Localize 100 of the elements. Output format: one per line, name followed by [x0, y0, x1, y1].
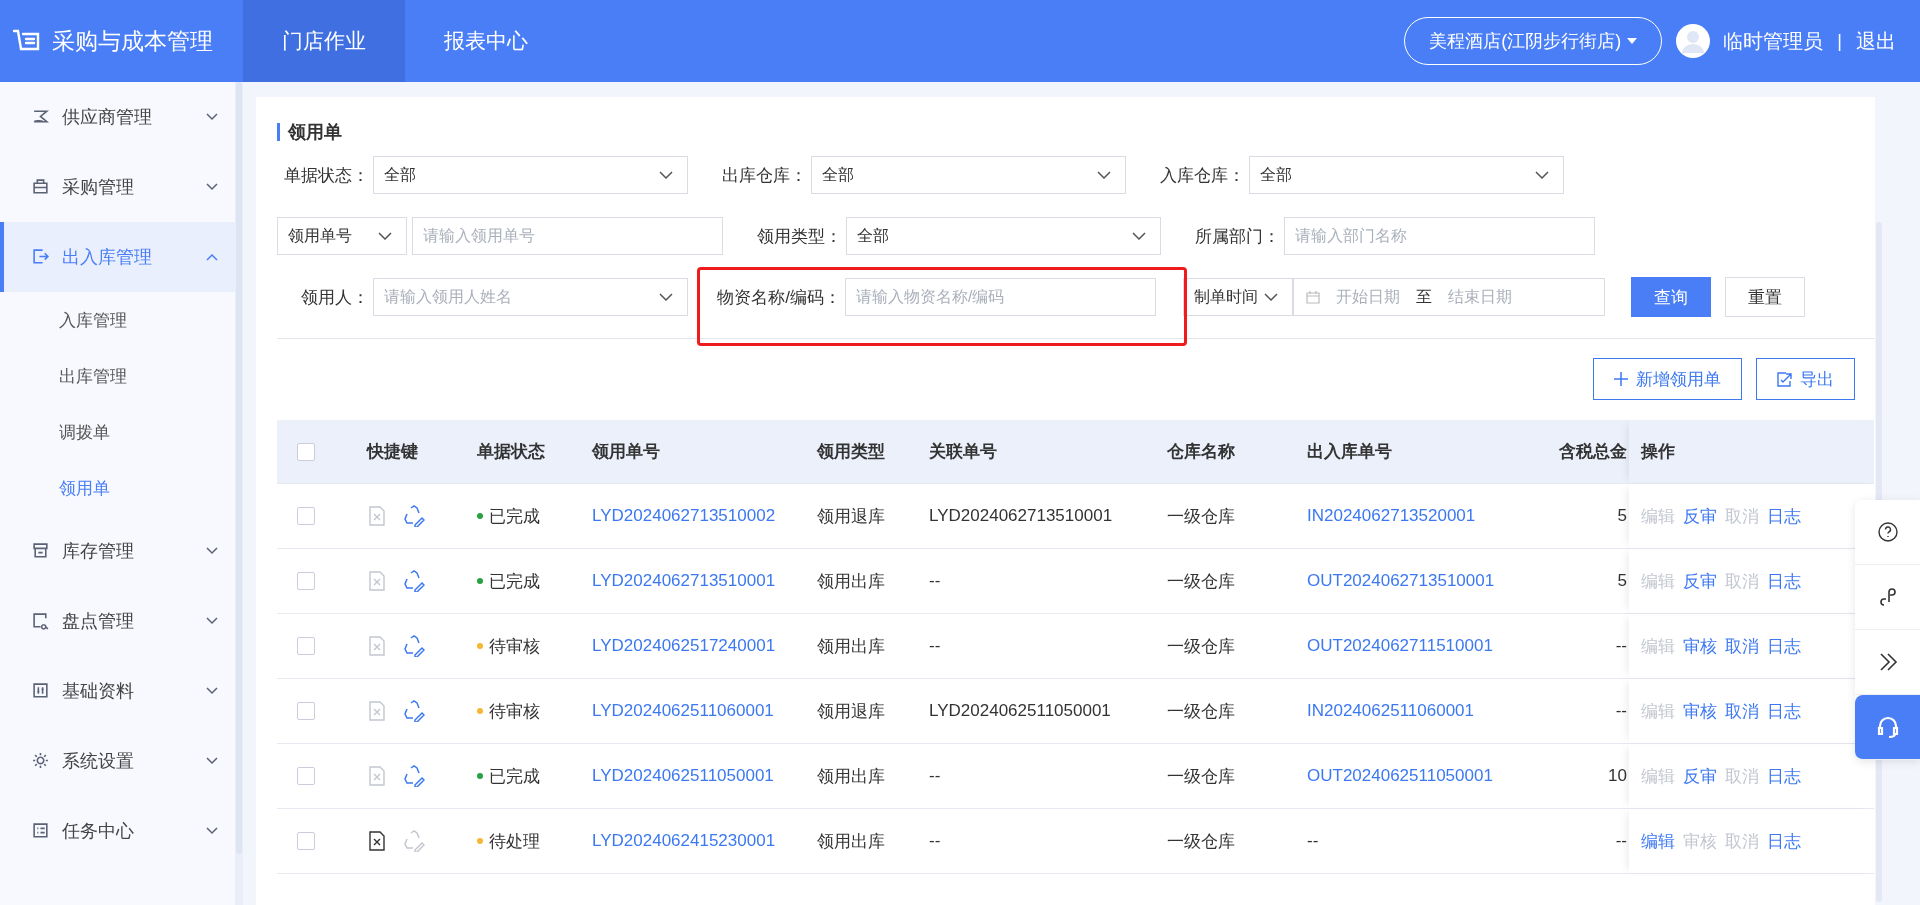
chevron-down-icon: [659, 171, 673, 179]
sidebar-item[interactable]: 采购管理: [0, 152, 235, 222]
select-field[interactable]: 请输入领用人姓名: [373, 278, 688, 316]
submenu-item[interactable]: 出库管理: [0, 348, 235, 404]
action-link[interactable]: 日志: [1767, 829, 1801, 853]
action-link[interactable]: 反审: [1683, 764, 1717, 788]
submenu-item[interactable]: 入库管理: [0, 292, 235, 348]
table-cell-text: 领用出库: [817, 830, 885, 853]
action-link[interactable]: 审核: [1683, 634, 1717, 658]
input-field[interactable]: 请输入部门名称: [1284, 217, 1595, 255]
table-cell-text: 一级仓库: [1167, 505, 1235, 528]
date-range-field[interactable]: 开始日期 至 结束日期: [1293, 278, 1605, 316]
submenu-item[interactable]: 调拨单: [0, 404, 235, 460]
nav-tab[interactable]: 门店作业: [243, 0, 405, 82]
sliders-icon: [32, 682, 50, 700]
order-link[interactable]: LYD2024062511050001: [592, 766, 774, 786]
stock-order-link[interactable]: IN2024062713520001: [1307, 506, 1476, 526]
select-field[interactable]: 全部: [373, 156, 688, 194]
settings-icon: [32, 752, 50, 770]
document-x-icon[interactable]: [369, 831, 385, 851]
row-checkbox[interactable]: [297, 767, 315, 785]
chevron-down-icon: [206, 757, 218, 765]
action-link[interactable]: 取消: [1725, 699, 1759, 723]
filter-label: 出库仓库：: [721, 164, 808, 187]
tool-button[interactable]: [1855, 630, 1920, 695]
sidebar-item[interactable]: 供应商管理: [0, 82, 235, 152]
filter-label: 所属部门：: [1194, 225, 1281, 248]
action-link[interactable]: 反审: [1683, 504, 1717, 528]
order-link[interactable]: LYD2024062713510001: [592, 571, 776, 591]
table-cell-text: 一级仓库: [1167, 765, 1235, 788]
sidebar-item[interactable]: 盘点管理: [0, 586, 235, 656]
order-link[interactable]: LYD2024062517240001: [592, 636, 776, 656]
select-field[interactable]: 全部: [1249, 156, 1564, 194]
status-text: 待审核: [489, 635, 540, 658]
chevron-down-icon: [206, 183, 218, 191]
submenu-item[interactable]: 领用单: [0, 460, 235, 516]
caret-icon: [1627, 38, 1638, 44]
recycle-edit-icon[interactable]: [403, 700, 425, 722]
select-all-checkbox[interactable]: [297, 442, 315, 461]
order-link[interactable]: LYD2024062713510002: [592, 506, 776, 526]
search-button[interactable]: 查询: [1631, 277, 1711, 317]
date-type-select[interactable]: 制单时间: [1183, 278, 1293, 316]
add-button[interactable]: 新增领用单: [1593, 358, 1742, 400]
column-header: 领用类型: [817, 441, 885, 463]
action-link[interactable]: 编辑: [1641, 829, 1675, 853]
action-link[interactable]: 反审: [1683, 569, 1717, 593]
action-link[interactable]: 审核: [1683, 699, 1717, 723]
recycle-edit-icon[interactable]: [403, 635, 425, 657]
stock-order-link[interactable]: OUT2024062713510001: [1307, 571, 1495, 591]
table-cell-text: 一级仓库: [1167, 830, 1235, 853]
select-field[interactable]: 全部: [846, 217, 1161, 255]
row-checkbox[interactable]: [297, 507, 315, 525]
row-checkbox[interactable]: [297, 572, 315, 590]
table-cell: 5: [1617, 506, 1627, 526]
table-cell: --: [929, 766, 941, 786]
row-checkbox[interactable]: [297, 637, 315, 655]
sidebar-item[interactable]: 库存管理: [0, 516, 235, 586]
action-link[interactable]: 取消: [1725, 634, 1759, 658]
order-link[interactable]: LYD2024062415230001: [592, 831, 776, 851]
status-text: 待审核: [489, 700, 540, 723]
logout-link[interactable]: 退出: [1856, 27, 1920, 55]
sidebar-item[interactable]: 任务中心: [0, 796, 235, 866]
table-cell-text: 一级仓库: [1167, 570, 1235, 593]
recycle-edit-icon[interactable]: [403, 765, 425, 787]
table-cell-text: 领用退库: [817, 700, 885, 723]
row-checkbox[interactable]: [297, 702, 315, 720]
order-link[interactable]: LYD2024062511060001: [592, 701, 774, 721]
table-cell: LYD2024062511050001: [929, 701, 1111, 721]
sidebar-item[interactable]: 系统设置: [0, 726, 235, 796]
tool-button[interactable]: [1855, 500, 1920, 565]
table-cell-text: 领用退库: [817, 505, 885, 528]
table-cell: --: [1615, 831, 1627, 851]
sidebar-item[interactable]: 出入库管理: [0, 222, 235, 292]
stock-order-link[interactable]: OUT2024062511050001: [1307, 766, 1493, 786]
stock-order-link[interactable]: IN2024062511060001: [1307, 701, 1474, 721]
action-link[interactable]: 日志: [1767, 634, 1801, 658]
chevron-down-icon: [206, 113, 218, 121]
support-button[interactable]: [1855, 695, 1920, 760]
chevron-down-icon: [659, 293, 673, 301]
input-field[interactable]: 请输入领用单号: [412, 217, 723, 255]
nav-tab[interactable]: 报表中心: [405, 0, 567, 82]
row-checkbox[interactable]: [297, 832, 315, 850]
action-link[interactable]: 日志: [1767, 699, 1801, 723]
type-select[interactable]: 领用单号: [277, 217, 407, 255]
separator: |: [1837, 30, 1842, 52]
export-button[interactable]: 导出: [1756, 358, 1855, 400]
stock-order-link[interactable]: OUT2024062711510001: [1307, 636, 1493, 656]
action-link[interactable]: 日志: [1767, 569, 1801, 593]
action-link[interactable]: 日志: [1767, 504, 1801, 528]
recycle-edit-icon[interactable]: [403, 505, 425, 527]
table-cell: LYD2024062713510001: [929, 506, 1113, 526]
input-field[interactable]: 请输入物资名称/编码: [845, 278, 1156, 316]
reset-button[interactable]: 重置: [1725, 277, 1805, 317]
table-cell: 10: [1608, 766, 1627, 786]
recycle-edit-icon[interactable]: [403, 570, 425, 592]
checklist-icon: [32, 822, 50, 840]
action-link[interactable]: 日志: [1767, 764, 1801, 788]
sidebar-item[interactable]: 基础资料: [0, 656, 235, 726]
scrollbar[interactable]: [236, 82, 242, 854]
select-field[interactable]: 全部: [811, 156, 1126, 194]
